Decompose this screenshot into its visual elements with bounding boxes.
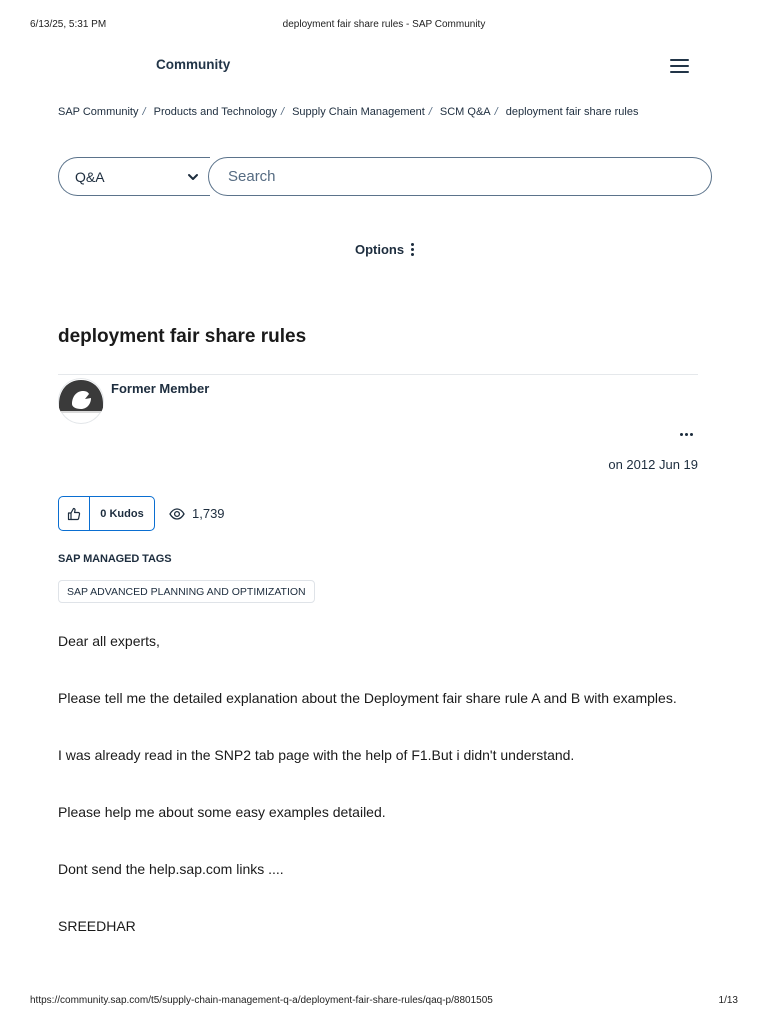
search-scope-value: Q&A (75, 168, 105, 185)
body-paragraph: Please tell me the detailed explanation … (58, 690, 677, 706)
post-body: Dear all experts, Please tell me the det… (58, 628, 698, 970)
user-avatar-icon (58, 378, 104, 424)
options-label: Options (355, 242, 405, 257)
kudos-button[interactable] (59, 497, 90, 530)
breadcrumb-item-sap-community[interactable]: SAP Community (58, 106, 139, 118)
breadcrumb-item-products-and-technology[interactable]: Products and Technology (154, 106, 277, 118)
kudos-count[interactable]: 0 Kudos (90, 497, 154, 530)
body-paragraph: Dont send the help.sap.com links .... (58, 861, 284, 877)
body-paragraph: Dear all experts, (58, 633, 160, 649)
view-count: 1,739 (169, 506, 225, 521)
chevron-down-icon (188, 174, 198, 180)
options-button[interactable]: Options (355, 242, 415, 257)
print-url: https://community.sap.com/t5/supply-chai… (30, 995, 493, 1006)
page: 6/13/25, 5:31 PM deployment fair share r… (0, 0, 768, 1024)
breadcrumb-item-scm-qa[interactable]: SCM Q&A (440, 106, 491, 118)
tags-label: SAP MANAGED TAGS (58, 553, 172, 565)
avatar[interactable] (58, 378, 104, 424)
hamburger-icon[interactable] (670, 57, 689, 73)
author-name[interactable]: Former Member (111, 381, 209, 396)
eye-icon (169, 507, 185, 520)
kudos-widget: 0 Kudos (58, 496, 155, 531)
body-paragraph: Please help me about some easy examples … (58, 804, 386, 820)
post-date: on 2012 Jun 19 (608, 457, 698, 472)
breadcrumb: SAP Community / Products and Technology / … (58, 106, 639, 118)
print-page-number: 1/13 (718, 995, 738, 1006)
view-count-value: 1,739 (192, 506, 225, 521)
tag-sap-apo[interactable]: SAP ADVANCED PLANNING AND OPTIMIZATION (58, 580, 315, 603)
divider (58, 374, 698, 375)
more-options-icon[interactable] (680, 433, 694, 437)
body-signature: SREEDHAR (58, 918, 136, 934)
community-logo[interactable]: Community (156, 57, 230, 72)
breadcrumb-item-current[interactable]: deployment fair share rules (506, 106, 639, 118)
body-paragraph: I was already read in the SNP2 tab page … (58, 747, 575, 763)
search-scope-select[interactable]: Q&A (58, 157, 210, 196)
print-title: deployment fair share rules - SAP Commun… (282, 19, 486, 30)
search-input[interactable]: Search (208, 157, 712, 196)
vertical-dots-icon (411, 243, 415, 256)
breadcrumb-item-supply-chain-management[interactable]: Supply Chain Management (292, 106, 425, 118)
post-title: deployment fair share rules (58, 326, 307, 347)
thumbs-up-icon (67, 507, 81, 520)
search-placeholder: Search (228, 168, 276, 185)
